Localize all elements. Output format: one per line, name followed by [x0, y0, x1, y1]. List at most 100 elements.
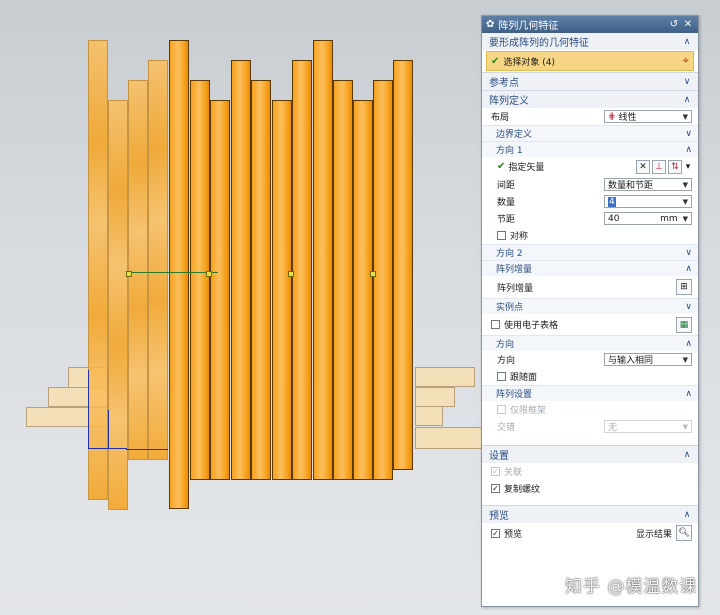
- stagger-dropdown: 无 ▼: [604, 420, 692, 433]
- follow-face-checkbox[interactable]: [497, 372, 506, 381]
- chevron-down-icon[interactable]: ∨: [685, 302, 692, 312]
- stagger-row: 交错 无 ▼: [482, 418, 698, 435]
- crosshair-icon[interactable]: ⌖: [683, 54, 689, 68]
- spacing-dropdown[interactable]: 数量和节距 ▼: [604, 178, 692, 191]
- spreadsheet-checkbox[interactable]: [491, 320, 500, 329]
- copy-thread-checkbox[interactable]: ✓: [491, 484, 500, 493]
- boundary-header[interactable]: 边界定义 ∨: [482, 125, 698, 141]
- pattern-point-marker: [126, 271, 132, 277]
- dropdown-arrow-icon: ▼: [682, 214, 688, 223]
- pattern-bar: [353, 100, 373, 480]
- layout-row: 布局 ⋕ 线性 ▼: [482, 108, 698, 125]
- chevron-down-icon[interactable]: ∨: [682, 77, 692, 87]
- group-preview-header[interactable]: 预览 ∧: [482, 505, 698, 523]
- check-icon: ✔: [491, 55, 500, 67]
- chevron-up-icon[interactable]: ∧: [685, 389, 692, 399]
- chevron-up-icon[interactable]: ∧: [685, 264, 692, 274]
- wood-plank: [415, 406, 443, 426]
- gear-icon[interactable]: ✿: [486, 19, 494, 30]
- increment-header[interactable]: 阵列增量 ∧: [482, 260, 698, 276]
- magnifier-icon[interactable]: 🔍︎: [676, 525, 692, 541]
- preview-checkbox[interactable]: ✓: [491, 528, 500, 538]
- dir1-header[interactable]: 方向 1 ∧: [482, 141, 698, 157]
- pattern-bar: [333, 80, 353, 480]
- dropdown-arrow-icon: ▼: [682, 422, 688, 431]
- group-ref-point-header[interactable]: 参考点 ∨: [482, 72, 698, 90]
- count-row: 数量 4 ▼: [482, 193, 698, 210]
- selection-edge: [126, 448, 168, 450]
- dialog-titlebar: ✿ 阵列几何特征 ↺ ✕: [482, 16, 698, 33]
- watermark: 知乎 @模温数课: [565, 577, 698, 597]
- dropdown-arrow-icon: ▼: [682, 355, 688, 364]
- pattern-bar: [210, 100, 230, 480]
- symmetric-row[interactable]: 对称: [482, 227, 698, 244]
- pitch-input[interactable]: 40 mm ▼: [604, 212, 692, 225]
- pattern-bar: [393, 60, 413, 470]
- check-icon: ✔: [497, 161, 506, 172]
- group-definition-header[interactable]: 阵列定义 ∧: [482, 90, 698, 108]
- follow-face-row[interactable]: 跟随面: [482, 368, 698, 385]
- pattern-bar: [313, 40, 333, 480]
- pitch-row: 节距 40 mm ▼: [482, 210, 698, 227]
- direction-vector-line: [130, 272, 218, 273]
- frame-only-row: 仅限框架: [482, 401, 698, 418]
- select-object-row[interactable]: ✔ 选择对象 (4) ⌖: [486, 51, 694, 71]
- chevron-down-icon[interactable]: ∨: [685, 248, 692, 258]
- increment-table-icon[interactable]: ⊞: [676, 279, 692, 295]
- spacing-row: 间距 数量和节距 ▼: [482, 176, 698, 193]
- group-settings-header[interactable]: 设置 ∧: [482, 445, 698, 463]
- dropdown-arrow-icon: ▼: [682, 180, 688, 189]
- dialog-title: 阵列几何特征: [498, 21, 559, 32]
- pattern-bar-preview: [128, 80, 148, 460]
- pattern-bar: [169, 40, 189, 509]
- vector-constructor-icon[interactable]: ⊥: [652, 159, 666, 174]
- vector-options-arrow-icon[interactable]: ▾: [684, 160, 692, 174]
- associative-checkbox: ✓: [491, 467, 500, 476]
- grid-icon: ⋕: [608, 111, 616, 122]
- pattern-bar: [373, 80, 393, 480]
- count-input[interactable]: 4 ▼: [604, 195, 692, 208]
- chevron-up-icon[interactable]: ∧: [682, 95, 692, 105]
- group-target-header[interactable]: 要形成阵列的几何特征 ∧: [482, 33, 698, 50]
- increment-row: 阵列增量 ⊞: [482, 276, 698, 298]
- chevron-up-icon[interactable]: ∧: [685, 145, 692, 155]
- chevron-up-icon[interactable]: ∧: [682, 510, 692, 520]
- spreadsheet-icon[interactable]: ▦: [676, 316, 692, 333]
- orientation-header[interactable]: 方向 ∧: [482, 335, 698, 351]
- pattern-point-marker: [288, 271, 294, 277]
- pattern-bar-preview: [148, 60, 168, 460]
- pattern-settings-header[interactable]: 阵列设置 ∧: [482, 385, 698, 401]
- selection-edge: [108, 410, 127, 449]
- close-icon[interactable]: ✕: [682, 19, 694, 30]
- chevron-up-icon[interactable]: ∧: [682, 37, 692, 47]
- reset-icon[interactable]: ↺: [668, 19, 680, 30]
- associative-row: ✓ 关联: [491, 467, 523, 478]
- pattern-point-marker: [370, 271, 376, 277]
- chevron-down-icon[interactable]: ∨: [685, 129, 692, 139]
- orientation-dir-row: 方向 与输入相同 ▼: [482, 351, 698, 368]
- reverse-direction-icon[interactable]: ⇅: [668, 159, 682, 174]
- frame-only-checkbox: [497, 405, 506, 414]
- vector-row: ✔ 指定矢量 ✕ ⊥ ⇅ ▾: [497, 159, 692, 174]
- pattern-point-marker: [206, 271, 212, 277]
- wood-plank: [415, 387, 455, 407]
- chevron-up-icon[interactable]: ∧: [685, 339, 692, 349]
- chevron-up-icon[interactable]: ∧: [682, 450, 692, 460]
- preview-row[interactable]: ✓ 预览 显示结果 🔍︎: [482, 523, 698, 543]
- dropdown-arrow-icon: ▼: [682, 112, 688, 121]
- pattern-bar: [251, 80, 271, 480]
- pattern-bar: [190, 80, 210, 480]
- pattern-bar: [292, 60, 312, 480]
- instance-header[interactable]: 实例点 ∨: [482, 298, 698, 314]
- wood-plank: [415, 427, 483, 449]
- orientation-dropdown[interactable]: 与输入相同 ▼: [604, 353, 692, 366]
- vector-select-icon[interactable]: ✕: [636, 159, 650, 174]
- symmetric-checkbox[interactable]: [497, 231, 506, 240]
- layout-dropdown[interactable]: ⋕ 线性 ▼: [604, 110, 692, 123]
- spreadsheet-row[interactable]: 使用电子表格 ▦: [482, 314, 698, 335]
- copy-thread-row[interactable]: ✓ 复制螺纹: [482, 480, 698, 497]
- dropdown-arrow-icon: ▼: [682, 197, 688, 206]
- pattern-geometry-dialog: ✿ 阵列几何特征 ↺ ✕ 要形成阵列的几何特征 ∧ ✔ 选择对象 (4) ⌖ 参…: [481, 15, 699, 607]
- dir2-header[interactable]: 方向 2 ∨: [482, 244, 698, 260]
- pattern-bar: [272, 100, 292, 480]
